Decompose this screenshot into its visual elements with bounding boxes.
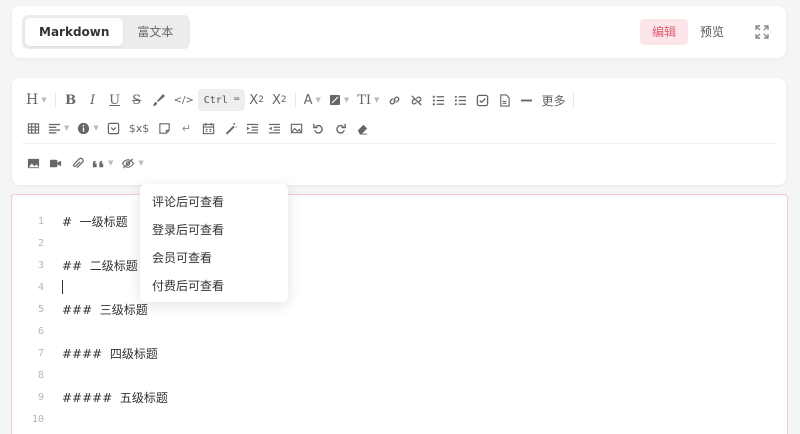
line-number: 10	[31, 413, 44, 425]
bold-button[interactable]: B	[60, 89, 82, 111]
preview-tab[interactable]: 预览	[688, 19, 736, 45]
toolbar-row-3: ▼ ▼	[22, 152, 148, 174]
editor-line[interactable]: 7 #### 四级标题	[12, 343, 158, 363]
toolbar-row-2: ▼ ▼ $x$ ↵	[22, 117, 373, 139]
mode-richtext-tab[interactable]: 富文本	[123, 18, 187, 46]
line-number: 1	[37, 215, 44, 227]
line-text: ## 二级标题	[62, 258, 138, 273]
info-icon[interactable]: ▼	[73, 117, 102, 139]
brush-icon[interactable]	[148, 89, 170, 111]
dropdown-item[interactable]: 会员可查看	[140, 244, 288, 272]
hidden-content-dropdown: 评论后可查看 登录后可查看 会员可查看 付费后可查看	[140, 184, 288, 302]
text-cursor	[62, 280, 63, 294]
redo-icon[interactable]	[329, 117, 351, 139]
toolbar-divider	[54, 93, 56, 107]
editor-header: Markdown 富文本 编辑 预览	[12, 6, 786, 58]
view-switch: 编辑 预览	[639, 19, 736, 45]
checklist-icon[interactable]	[471, 89, 493, 111]
video-icon[interactable]	[44, 152, 66, 174]
panel-icon[interactable]	[103, 117, 125, 139]
edit-tab[interactable]: 编辑	[639, 19, 688, 45]
font-size-button[interactable]: TI ▼	[353, 89, 383, 111]
image-icon[interactable]	[285, 117, 307, 139]
table-icon[interactable]	[22, 117, 44, 139]
editor-line[interactable]: 2	[12, 233, 62, 253]
magic-wand-icon[interactable]	[219, 117, 241, 139]
formula-button[interactable]: $x$	[125, 117, 154, 139]
font-color-label: A	[303, 92, 313, 108]
toolbar-row-1: H▼ B I U S </> Ctrl ⌨ X2 X2 A▼ ▼ TI▼	[22, 89, 578, 111]
editor-line[interactable]: 9 ##### 五级标题	[12, 387, 168, 407]
calendar-icon[interactable]	[197, 117, 219, 139]
dropdown-item[interactable]: 评论后可查看	[140, 188, 288, 216]
dropdown-item[interactable]: 付费后可查看	[140, 272, 288, 300]
line-number: 3	[37, 259, 44, 271]
font-size-label: TI	[357, 92, 372, 108]
bg-color-button[interactable]: ▼	[325, 89, 353, 111]
line-number: 8	[37, 369, 44, 381]
line-number: 5	[37, 303, 44, 315]
line-text: ##### 五级标题	[62, 390, 168, 405]
ctrl-label: Ctrl	[203, 94, 228, 106]
undo-icon[interactable]	[307, 117, 329, 139]
outdent-icon[interactable]	[263, 117, 285, 139]
toolbar-separator	[22, 143, 776, 144]
heading-label: H	[26, 92, 39, 108]
markdown-editor[interactable]: 1 # 一级标题 2 3 ## 二级标题 4 5 ### 三级标题 6 7 #### 四级标题 8 9 #…	[11, 194, 788, 434]
line-text: #### 四级标题	[62, 346, 158, 361]
superscript-mark: 2	[258, 95, 264, 105]
ctrl-shortcut-button[interactable]: Ctrl ⌨	[197, 89, 246, 111]
superscript-button[interactable]: X2	[245, 89, 268, 111]
strikethrough-button[interactable]: S	[126, 89, 148, 111]
italic-button[interactable]: I	[82, 89, 104, 111]
mode-switch: Markdown 富文本	[22, 15, 191, 49]
subscript-button[interactable]: X2	[268, 89, 291, 111]
line-number: 9	[37, 391, 44, 403]
horizontal-rule-icon[interactable]	[515, 89, 537, 111]
indent-icon[interactable]	[241, 117, 263, 139]
underline-button[interactable]: U	[104, 89, 126, 111]
link-icon[interactable]	[383, 89, 405, 111]
line-number: 7	[37, 347, 44, 359]
dropdown-item[interactable]: 登录后可查看	[140, 216, 288, 244]
font-color-button[interactable]: A ▼	[300, 89, 325, 111]
line-number: 2	[37, 237, 44, 249]
heading-button[interactable]: H ▼	[22, 89, 51, 111]
toolbar-divider	[294, 93, 296, 107]
line-number: 4	[37, 281, 44, 293]
attachment-icon[interactable]	[66, 152, 88, 174]
bullet-list-icon[interactable]	[427, 89, 449, 111]
editor-toolbar: H▼ B I U S </> Ctrl ⌨ X2 X2 A▼ ▼ TI▼	[12, 78, 786, 185]
ordered-list-icon[interactable]	[449, 89, 471, 111]
editor-line[interactable]: 5 ### 三级标题	[12, 299, 148, 319]
superscript-base: X	[249, 92, 259, 108]
subscript-base: X	[271, 92, 281, 108]
subscript-mark: 2	[280, 95, 287, 105]
insert-image-icon[interactable]	[22, 152, 44, 174]
note-icon[interactable]	[153, 117, 175, 139]
line-number: 6	[37, 325, 44, 337]
line-break-icon[interactable]: ↵	[175, 117, 197, 139]
mode-markdown-tab[interactable]: Markdown	[25, 18, 124, 46]
code-icon[interactable]: </>	[170, 89, 198, 111]
hidden-content-button[interactable]: ▼	[117, 152, 147, 174]
editor-line[interactable]: 10	[12, 409, 62, 429]
eraser-icon[interactable]	[351, 117, 373, 139]
editor-line[interactable]: 8	[12, 365, 62, 385]
line-text: # 一级标题	[62, 214, 128, 229]
editor-line[interactable]: 4	[12, 277, 62, 297]
line-text: ### 三级标题	[62, 302, 148, 317]
fullscreen-icon[interactable]	[752, 22, 772, 42]
file-icon[interactable]	[493, 89, 515, 111]
editor-line[interactable]: 3 ## 二级标题	[12, 255, 138, 275]
unlink-icon[interactable]	[405, 89, 427, 111]
editor-line[interactable]: 1 # 一级标题	[12, 211, 128, 231]
more-button[interactable]: 更多	[537, 89, 569, 111]
editor-line[interactable]: 6	[12, 321, 62, 341]
quote-button[interactable]: ▼	[88, 152, 117, 174]
align-button[interactable]: ▼	[44, 117, 73, 139]
toolbar-divider	[573, 93, 575, 107]
